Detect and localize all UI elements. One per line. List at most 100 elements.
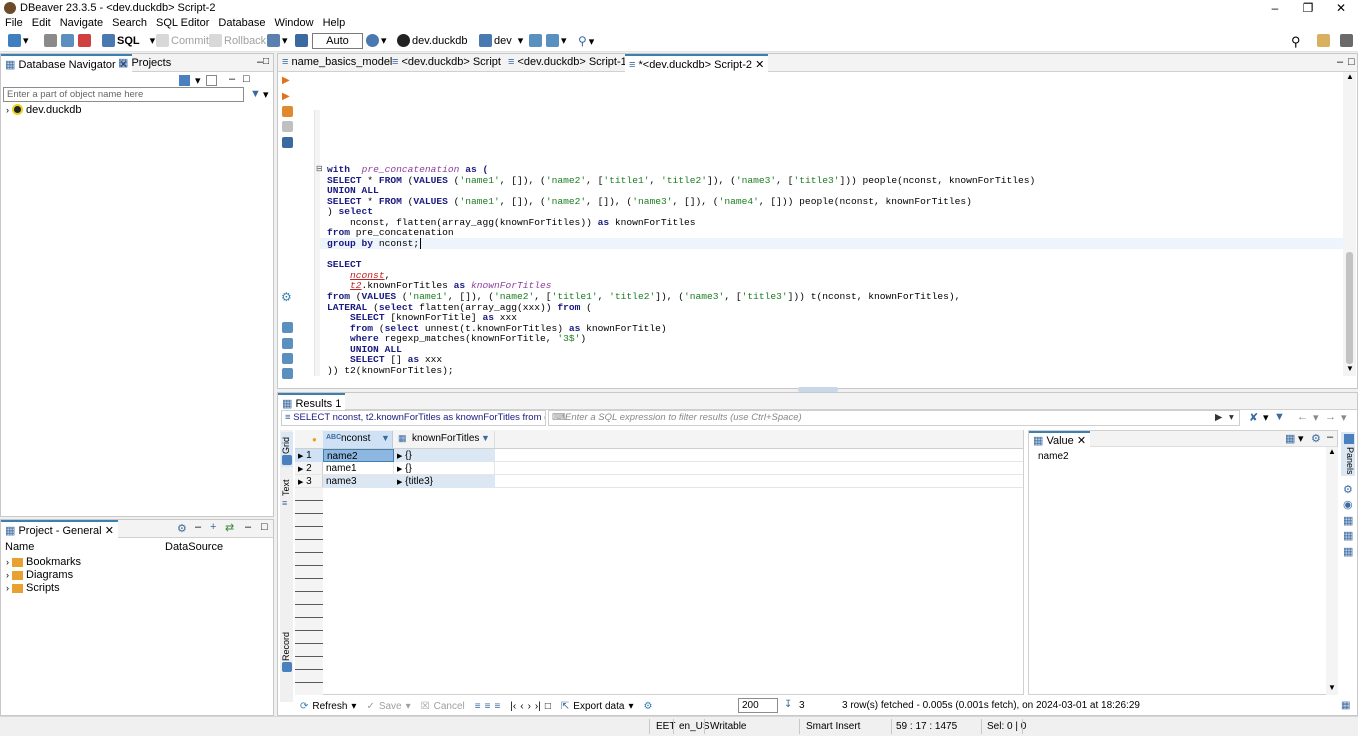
add-row-icon[interactable]: ≡ [485,701,491,712]
tree-item-bookmarks[interactable]: › Bookmarks [6,556,81,568]
minimize-view-icon[interactable]: – [1337,56,1343,68]
tab-script-1[interactable]: ≡ <dev.duckdb> Script-1 [504,54,631,72]
maximize-view-icon[interactable]: □ [261,521,268,533]
menu-file[interactable]: File [0,16,27,29]
dbeaver-perspective-icon[interactable] [1340,34,1353,47]
chevron-right-icon[interactable]: › [6,557,9,567]
cell-known-for-titles[interactable]: ▶ {} [394,462,495,475]
link-icon[interactable]: ⇄ [225,521,234,534]
fold-collapse-icon[interactable]: ⊟ [316,164,323,173]
cell-nconst[interactable]: name1 [323,462,394,475]
execute-statement-icon[interactable]: ▶ [282,75,290,86]
lock-icon[interactable] [295,34,308,47]
minimize-view-icon[interactable]: – [1327,431,1333,443]
menu-navigate[interactable]: Navigate [55,16,107,29]
settings-gear-icon[interactable]: ⚙ [1343,483,1353,496]
tab-name-basics-model[interactable]: ≡ name_basics_model [278,54,396,72]
new-folder-icon[interactable] [179,75,190,86]
dropdown-arrow-icon[interactable]: ▾ [23,34,29,47]
cell-nconst[interactable]: name2 [323,449,394,462]
close-icon[interactable]: ✕ [755,59,764,71]
close-icon[interactable]: ✕ [105,525,114,537]
side-tab-record[interactable]: Record [281,632,291,661]
fetch-all-icon[interactable]: □ [545,701,551,712]
settings-gear-icon[interactable]: ⚙ [281,290,292,304]
restore-icon[interactable]: ❐ [1292,0,1324,16]
dropdown-arrow-icon[interactable]: ▾ [561,34,567,47]
dropdown-arrow-icon[interactable]: ▾ [1313,411,1319,424]
dropdown-arrow-icon[interactable]: ▾ [150,34,156,47]
outline-icon[interactable] [282,368,293,379]
collapse-all-icon[interactable] [206,75,217,86]
view-menu-icon[interactable]: □ [243,73,250,85]
menu-window[interactable]: Window [269,16,317,29]
minimize-icon[interactable]: – [1259,0,1291,16]
dashboard-icon[interactable] [529,34,542,47]
dropdown-arrow-icon[interactable]: ▾ [195,74,201,87]
apply-filter-icon[interactable]: ▶ [1215,411,1222,425]
refresh-button[interactable]: Refresh [312,701,347,712]
scrollbar-thumb[interactable] [1346,252,1353,364]
scroll-up-icon[interactable]: ▲ [1328,447,1336,456]
link-editor-icon[interactable]: – [229,73,235,85]
menu-edit[interactable]: Edit [27,16,55,29]
rollback-button[interactable]: Rollback [224,35,266,47]
maximize-results-icon[interactable]: ▦ [1341,700,1350,711]
invalidate-icon[interactable] [78,34,91,47]
configure-icon[interactable]: ⚙ [177,522,187,535]
collapse-icon[interactable]: – [195,521,201,533]
menu-database[interactable]: Database [213,16,269,29]
import-icon[interactable] [282,353,293,364]
execute-new-tab-icon[interactable] [282,106,293,117]
chevron-right-icon[interactable]: › [6,570,9,580]
table-row[interactable]: ▶ 3 name3 ▶ {title3} [295,475,1023,488]
tab-database-navigator[interactable]: ▦ Database Navigator ✕ [1,54,132,72]
navigator-filter-input[interactable]: Enter a part of object name here [3,87,244,102]
global-search-icon[interactable]: ⚲ [1291,34,1301,50]
dropdown-arrow-icon[interactable]: ▾ [282,34,288,47]
maximize-view-icon[interactable]: □ [1348,56,1355,68]
content-viewer-icon[interactable]: ▦ [1285,432,1295,445]
active-datasource-selector[interactable]: dev.duckdb [412,35,467,47]
close-icon[interactable]: ✕ [1077,435,1086,447]
expand-icon[interactable]: ▶ [397,466,402,473]
menu-search[interactable]: Search [107,16,151,29]
back-icon[interactable]: ← [1297,411,1308,423]
console-icon[interactable] [282,137,293,148]
first-page-icon[interactable]: |‹ [510,701,516,712]
data-compare-icon[interactable] [546,34,559,47]
tree-item-scripts[interactable]: › Scripts [6,582,60,594]
grouping-icon[interactable]: ▦ [1343,514,1353,527]
history-icon[interactable] [366,34,379,47]
export-icon[interactable] [282,338,293,349]
filter-icon[interactable]: ▼ [250,88,261,100]
dropdown-arrow-icon[interactable]: ▾ [628,701,633,712]
tab-script[interactable]: ≡ <dev.duckdb> Script [388,54,505,72]
last-page-icon[interactable]: ›| [535,701,541,712]
transaction-mode-icon[interactable] [267,34,280,47]
value-content[interactable]: name2 [1029,447,1337,466]
tab-projects[interactable]: ▦ Projects [114,54,175,72]
expand-icon[interactable]: ▶ [397,453,402,460]
chevron-right-icon[interactable]: › [6,583,9,593]
column-header-datasource[interactable]: DataSource [165,541,223,553]
side-tab-text[interactable]: Text [281,479,291,496]
cell-nconst[interactable]: name3 [323,475,394,488]
scroll-down-icon[interactable]: ▼ [1328,683,1336,692]
column-header-known-for-titles[interactable]: ▦ knownForTitles ▼ [394,431,495,448]
metadata-icon[interactable]: ◉ [1343,498,1353,511]
search-icon[interactable]: ⚲ [578,34,587,48]
connect-icon[interactable] [61,34,74,47]
row-count-icon[interactable]: ↧ [784,699,792,710]
expand-icon[interactable]: ▶ [397,479,402,486]
tab-script-2[interactable]: ≡ *<dev.duckdb> Script-2 ✕ [625,54,769,72]
filter-history-icon[interactable]: ▾ [1229,411,1234,425]
menu-help[interactable]: Help [318,16,350,29]
chevron-right-icon[interactable]: › [6,105,9,115]
next-page-icon[interactable]: › [528,701,531,712]
cell-known-for-titles[interactable]: ▶ {} [394,449,495,462]
forward-icon[interactable]: → [1325,411,1336,423]
settings-gear-icon[interactable]: ⚙ [643,701,652,712]
column-header-nconst[interactable]: ABC nconst ▼ [323,431,393,448]
fetch-size-input[interactable]: 200 [738,698,778,713]
